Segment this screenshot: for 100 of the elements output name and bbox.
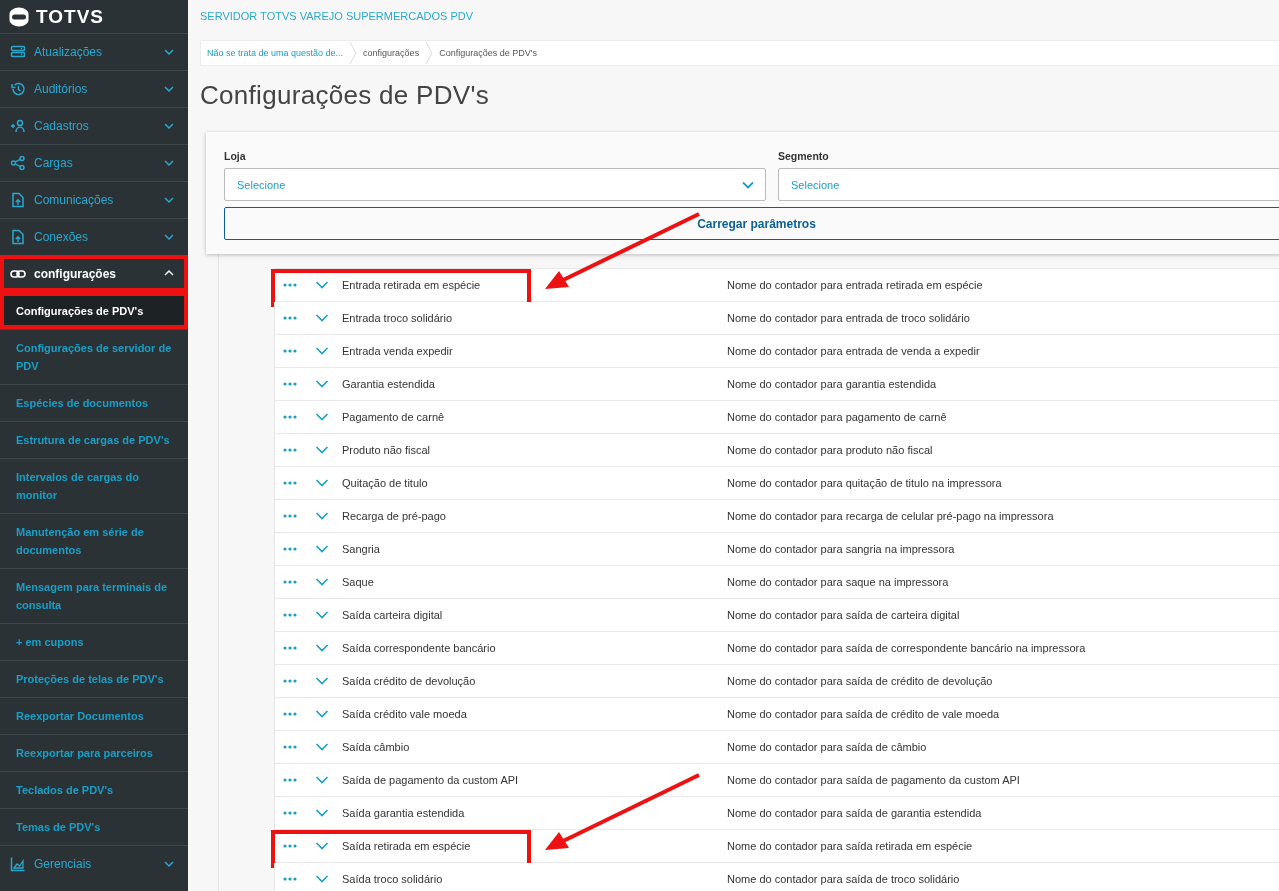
more-options-button[interactable] <box>283 382 297 386</box>
row-description: Nome do contador para saída retirada em espécie <box>727 840 973 852</box>
sidebar-group[interactable]: Auditórios <box>0 70 188 107</box>
file-upload-icon <box>10 229 26 245</box>
chevron-down-icon <box>315 577 329 587</box>
more-icon <box>283 382 297 386</box>
sidebar-group[interactable]: Conexões <box>0 218 188 255</box>
more-icon <box>283 679 297 683</box>
more-options-button[interactable] <box>283 514 297 518</box>
logo-icon <box>8 5 30 28</box>
more-options-button[interactable] <box>283 547 297 551</box>
more-options-button[interactable] <box>283 679 297 683</box>
breadcrumb-separator-icon <box>425 41 434 65</box>
file-upload-icon <box>10 192 26 208</box>
more-options-button[interactable] <box>283 877 297 881</box>
more-options-button[interactable] <box>283 613 297 617</box>
chevron-down-icon <box>315 544 329 554</box>
select-field[interactable]: Selecione <box>224 168 766 201</box>
more-options-button[interactable] <box>283 580 297 584</box>
field-label: Segmento <box>778 150 830 164</box>
more-icon <box>283 580 297 584</box>
more-icon <box>283 547 297 551</box>
row-description: Nome do contador para recarga de celular pré-pago na impressora <box>727 510 1054 522</box>
row-description: Nome do contador para saída de correspondente bancário na impressora <box>727 642 1086 654</box>
row-name: Saída garantia estendida <box>342 807 466 819</box>
more-icon <box>283 811 297 815</box>
breadcrumb-link[interactable]: Não se trata de uma questão de... <box>201 48 350 58</box>
chevron-down-icon <box>315 709 329 719</box>
row-description: Nome do contador para pagamento de carnê <box>727 411 947 423</box>
sidebar-group[interactable]: Cargas <box>0 144 188 181</box>
row-name: Saída correspondente bancário <box>342 642 497 654</box>
more-icon <box>283 481 297 485</box>
more-icon <box>283 646 297 650</box>
more-options-button[interactable] <box>283 811 297 815</box>
more-options-button[interactable] <box>283 349 297 353</box>
row-name: Saída câmbio <box>342 741 411 753</box>
select-field[interactable]: Selecione <box>778 168 1279 201</box>
chevron-down-icon <box>315 874 329 884</box>
page-title: Configurações de PDV's <box>200 80 491 112</box>
chevron-down-icon <box>315 742 329 752</box>
more-options-button[interactable] <box>283 316 297 320</box>
row-name: Saque <box>342 576 375 588</box>
row-name: Pagamento de carnê <box>342 411 446 423</box>
more-icon <box>283 448 297 452</box>
row-description: Nome do contador para quitação de titulo na impressora <box>727 477 1002 489</box>
sidebar-item[interactable]: Configurações de PDV's <box>0 292 188 329</box>
field-label: Loja <box>224 150 247 164</box>
row-description: Nome do contador para saída de troco solidário <box>727 873 960 885</box>
chevron-down-icon <box>315 643 329 653</box>
add-user-icon <box>10 118 26 134</box>
more-options-button[interactable] <box>283 778 297 782</box>
chevron-down-icon <box>315 478 329 488</box>
more-options-button[interactable] <box>283 844 297 848</box>
server-icon <box>10 44 26 60</box>
more-options-button[interactable] <box>283 481 297 485</box>
sidebar-group[interactable]: Comunicações <box>0 181 188 218</box>
sidebar-group[interactable]: Cadastros <box>0 107 188 144</box>
row-description: Nome do contador para produto não fiscal <box>727 444 933 456</box>
more-icon <box>283 283 297 287</box>
row-name: Saída troco solidário <box>342 873 444 885</box>
row-name: Saída carteira digital <box>342 609 444 621</box>
more-options-button[interactable] <box>283 712 297 716</box>
more-options-button[interactable] <box>283 283 297 287</box>
chart-icon <box>10 856 26 872</box>
app-title: SERVIDOR TOTVS VAREJO SUPERMERCADOS PDV <box>200 9 475 24</box>
row-description: Nome do contador para saída de câmbio <box>727 741 927 753</box>
row-description: Nome do contador para entrada de troco solidário <box>727 312 970 324</box>
share-icon <box>10 155 26 171</box>
sidebar-group[interactable]: configurações <box>0 255 188 292</box>
row-description: Nome do contador para garantia estendida <box>727 378 937 390</box>
chevron-down-icon <box>315 346 329 356</box>
history-icon <box>10 81 26 97</box>
chevron-down-icon <box>315 775 329 785</box>
breadcrumb-link[interactable]: configurações <box>357 48 426 58</box>
chevron-down-icon <box>315 808 329 818</box>
more-options-button[interactable] <box>283 415 297 419</box>
row-description: Nome do contador para saída de crédito de vale moeda <box>727 708 1000 720</box>
load-button[interactable]: Carregar parâmetros <box>224 207 1279 240</box>
breadcrumb-link[interactable]: Configurações de PDV's <box>433 48 543 58</box>
row-name: Entrada troco solidário <box>342 312 454 324</box>
chevron-down-icon <box>315 445 329 455</box>
row-name: Garantia estendida <box>342 378 436 390</box>
sidebar-group[interactable]: Gerenciais <box>0 845 188 882</box>
row-name: Saída crédito de devolução <box>342 675 477 687</box>
sidebar-group[interactable]: Atualizações <box>0 33 188 70</box>
row-name: Quitação de titulo <box>342 477 429 489</box>
row-name: Recarga de pré-pago <box>342 510 447 522</box>
row-description: Nome do contador para sangria na impressora <box>727 543 955 555</box>
chevron-down-icon <box>315 841 329 851</box>
more-options-button[interactable] <box>283 745 297 749</box>
more-options-button[interactable] <box>283 448 297 452</box>
row-description: Nome do contador para entrada retirada em espécie <box>727 279 983 291</box>
chevron-down-icon <box>315 412 329 422</box>
row-name: Saída crédito vale moeda <box>342 708 468 720</box>
more-options-button[interactable] <box>283 646 297 650</box>
chevron-down-icon <box>315 280 329 290</box>
row-description: Nome do contador para saída de crédito de devolução <box>727 675 993 687</box>
chevron-down-icon <box>315 379 329 389</box>
chevron-down-icon <box>315 313 329 323</box>
row-name: Saída retirada em espécie <box>342 840 472 852</box>
